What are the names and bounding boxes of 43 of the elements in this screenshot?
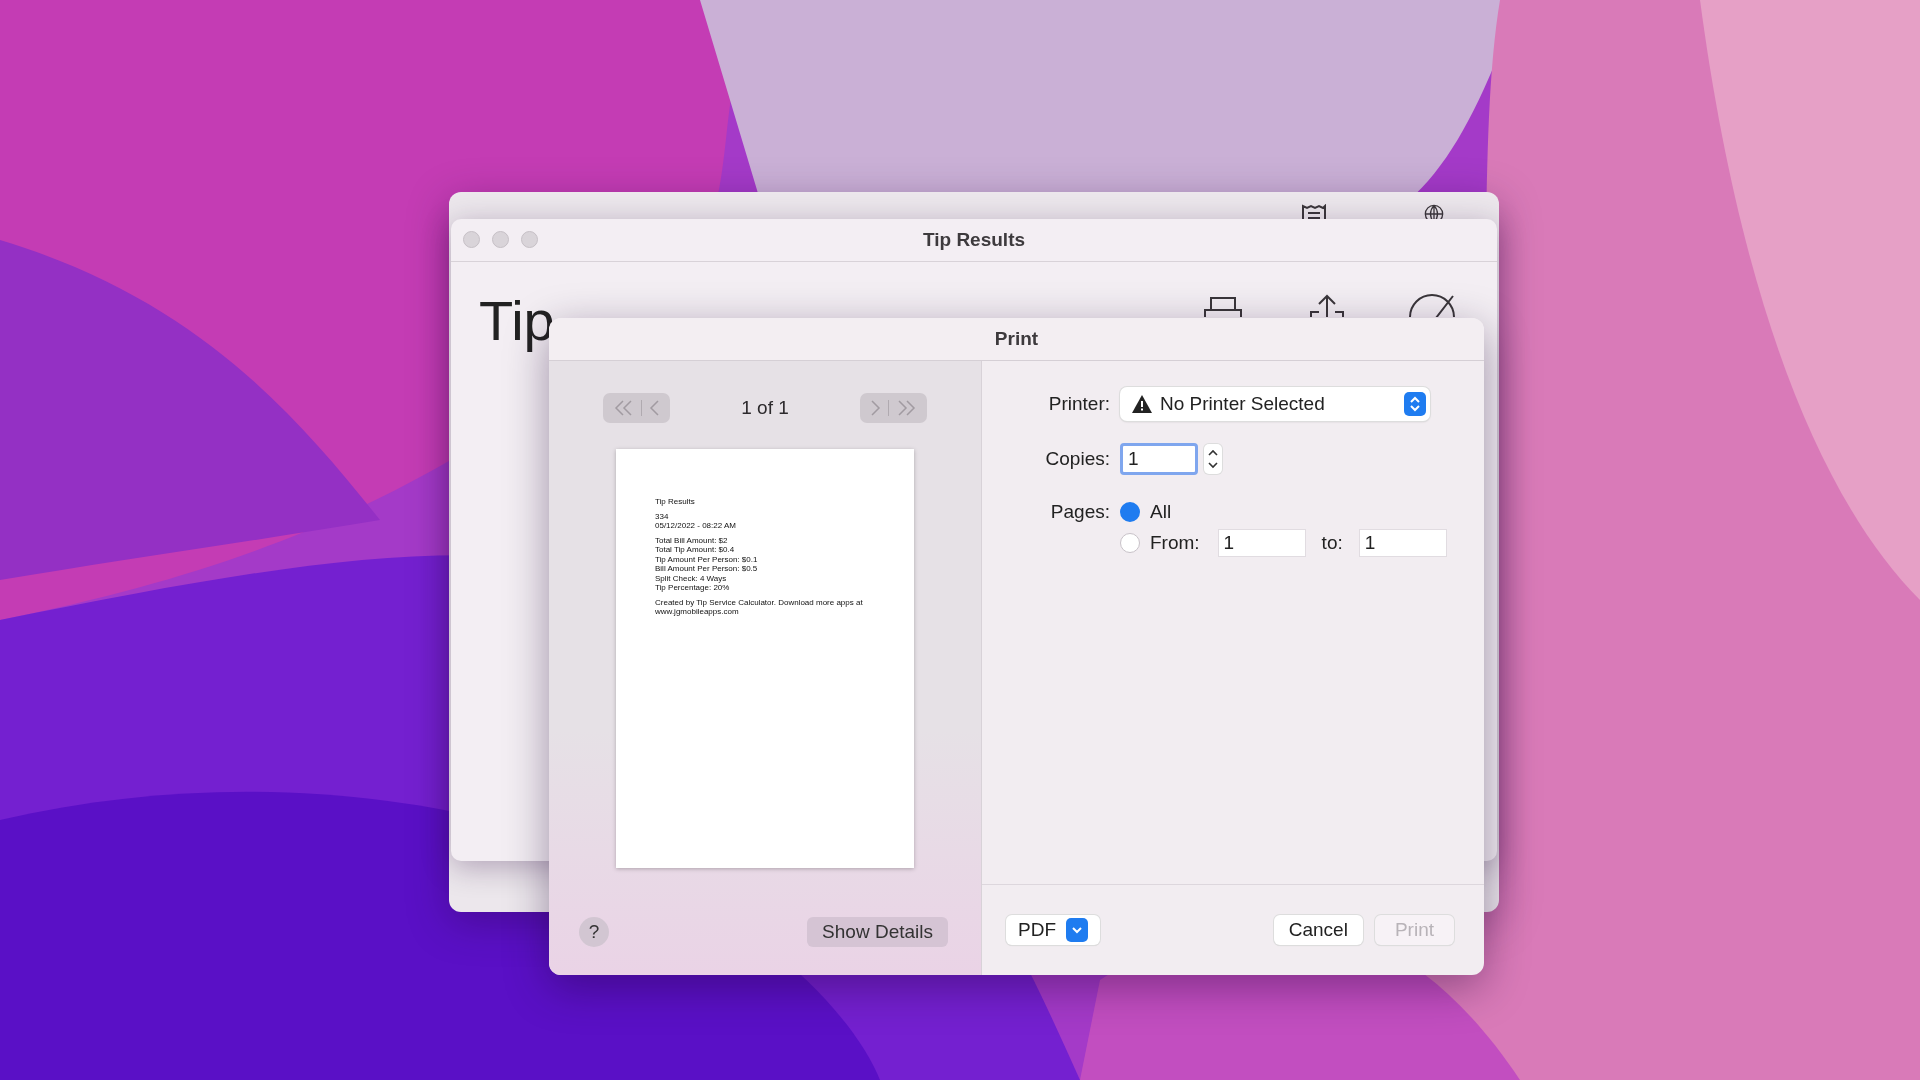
copies-label: Copies:	[1045, 448, 1110, 470]
preview-text: Split Check: 4 Ways	[655, 573, 728, 583]
pages-label: Pages:	[1050, 501, 1110, 523]
page-heading: Tip	[479, 288, 555, 353]
preview-text: Tip Results	[655, 497, 696, 507]
first-page-button[interactable]	[613, 400, 634, 416]
pdf-menu-button[interactable]: PDF	[1006, 915, 1100, 945]
to-label: to:	[1321, 532, 1343, 554]
radio-option[interactable]: All	[1120, 501, 1484, 523]
copies-field[interactable]: 1	[1120, 443, 1198, 475]
preview-text: Bill Amount Per Person: $0.5	[655, 564, 759, 574]
zoom-button[interactable]	[521, 231, 538, 248]
chevron-down-icon	[1066, 918, 1088, 942]
chevron-updown-icon	[1207, 447, 1219, 471]
preview-text: Tip Amount Per Person: $0.1	[655, 554, 759, 564]
dialog-title: Print	[994, 328, 1039, 350]
minimize-button[interactable]	[492, 231, 509, 248]
radio-option[interactable]: From:	[1120, 532, 1200, 554]
to-field[interactable]: 1	[1358, 529, 1447, 557]
preview-text: Total Tip Amount: $0.4	[655, 545, 736, 555]
page-counter: 1 of 1	[741, 397, 789, 419]
share-icon	[1307, 292, 1347, 317]
printer-label: Printer:	[1048, 393, 1110, 415]
show-details-button[interactable]: Show Details	[807, 917, 948, 947]
preview-text: 334	[655, 511, 670, 521]
preview-text: Created by Tip Service Calculator. Download more apps at www.jgmobileapps.com	[655, 597, 864, 617]
chevron-updown-icon	[1404, 392, 1426, 416]
dialog-button[interactable]: Cancel	[1273, 915, 1363, 945]
radio-button[interactable]	[1120, 533, 1140, 553]
next-page-button[interactable]	[871, 400, 882, 416]
radio-button[interactable]	[1120, 502, 1140, 522]
window-title: Tip Results	[922, 229, 1026, 251]
from-field[interactable]: 1	[1217, 529, 1306, 557]
close-button[interactable]	[463, 231, 480, 248]
preview-text: Tip Percentage: 20%	[655, 583, 731, 593]
warning-icon	[1132, 395, 1152, 413]
preview-text: Total Bill Amount: $2	[655, 535, 729, 545]
printer-popup[interactable]: No Printer Selected	[1120, 387, 1430, 421]
last-page-button[interactable]	[896, 400, 917, 416]
previous-page-button[interactable]	[648, 400, 659, 416]
preview-text: 05/12/2022 - 08:22 AM	[655, 521, 737, 531]
help-button[interactable]: ?	[579, 917, 609, 947]
copies-stepper[interactable]	[1204, 444, 1222, 474]
